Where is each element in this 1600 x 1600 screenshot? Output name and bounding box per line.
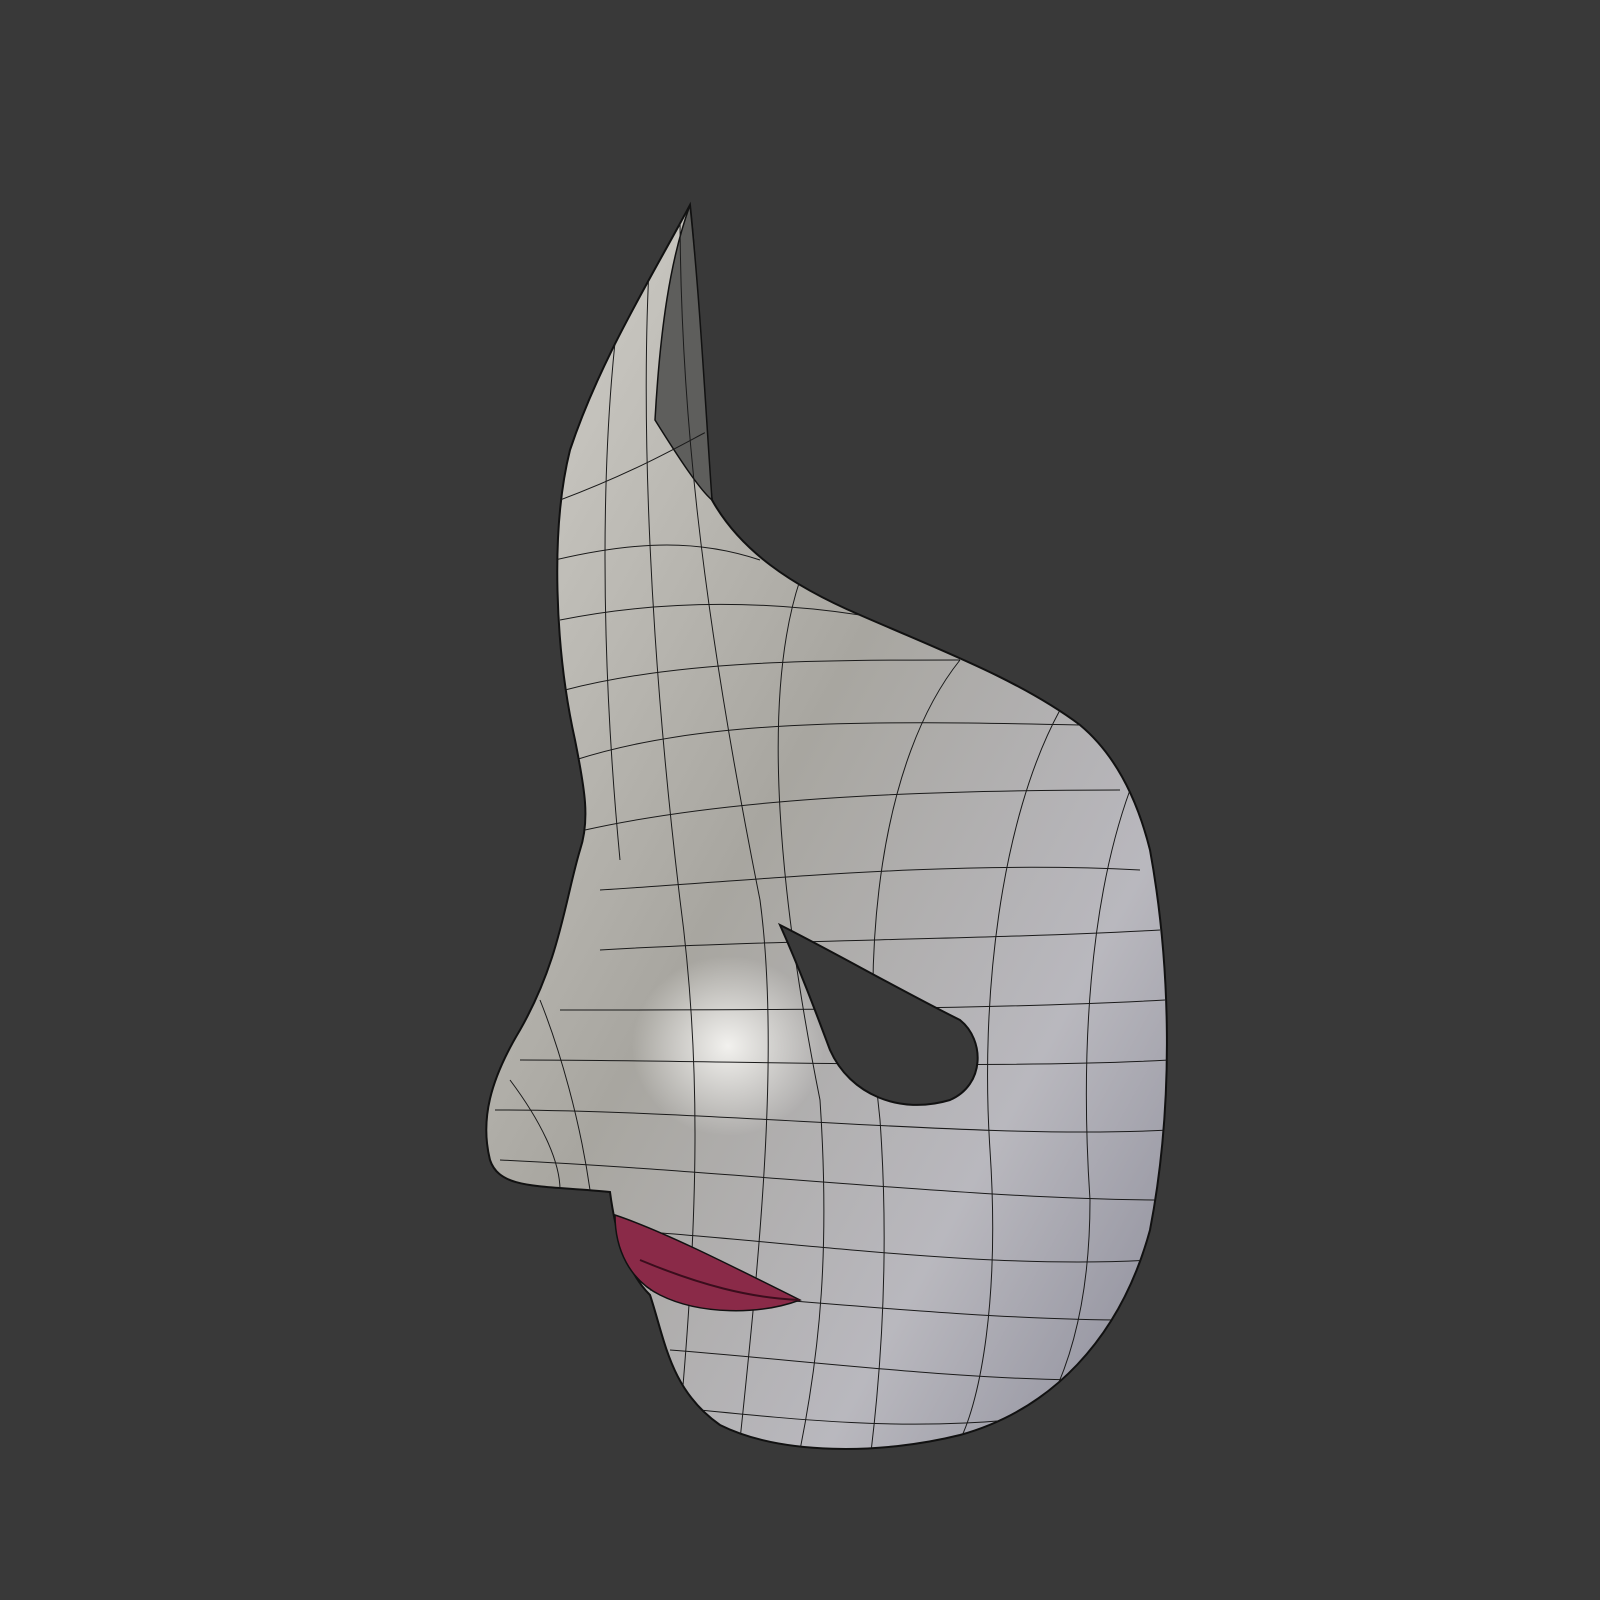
mask-model xyxy=(485,201,1168,1450)
viewport-render xyxy=(485,201,1168,1450)
